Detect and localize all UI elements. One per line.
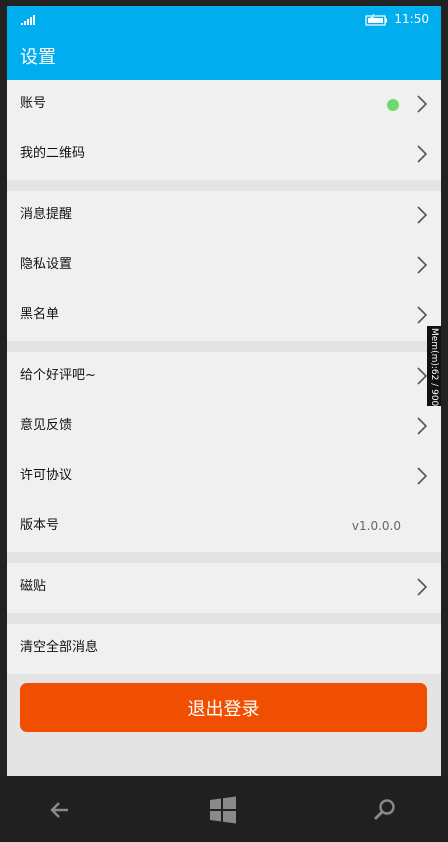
group-divider — [7, 552, 441, 563]
phone-device: 11:50 设置 账号 我的二维码 消息提醒 隐私设置 黑名单 给个好评吧~ 意… — [0, 0, 448, 842]
chevron-right-icon — [417, 467, 427, 485]
status-time: 11:50 — [394, 12, 429, 26]
settings-item-label: 版本号 — [20, 518, 60, 533]
settings-item-privacy[interactable]: 隐私设置 — [7, 241, 441, 291]
settings-item-rate[interactable]: 给个好评吧~ — [7, 352, 441, 402]
chevron-right-icon — [417, 206, 427, 224]
settings-item-version: 版本号 v1.0.0.0 — [7, 502, 441, 552]
back-arrow-icon[interactable] — [46, 796, 74, 824]
settings-group-tile: 磁贴 — [7, 563, 441, 613]
settings-group-clear: 清空全部消息 — [7, 624, 441, 674]
settings-item-notifications[interactable]: 消息提醒 — [7, 191, 441, 241]
settings-item-live-tile[interactable]: 磁贴 — [7, 563, 441, 613]
logout-button[interactable]: 退出登录 — [20, 683, 427, 732]
settings-item-label: 消息提醒 — [20, 207, 73, 222]
signal-strength-icon — [21, 15, 35, 25]
chevron-right-icon — [417, 367, 427, 385]
version-value: v1.0.0.0 — [351, 519, 401, 533]
battery-charging-icon — [365, 14, 387, 26]
settings-group-about: 给个好评吧~ 意见反馈 许可协议 版本号 v1.0.0.0 — [7, 352, 441, 552]
group-divider — [7, 180, 441, 191]
settings-item-clear-messages[interactable]: 清空全部消息 — [7, 624, 441, 674]
system-nav-bar — [0, 776, 448, 842]
title-bar: 设置 — [7, 34, 441, 80]
settings-list: 账号 我的二维码 消息提醒 隐私设置 黑名单 给个好评吧~ 意见反馈 许可协议 … — [7, 80, 441, 742]
settings-group-account: 账号 我的二维码 — [7, 80, 441, 180]
chevron-right-icon — [417, 306, 427, 324]
settings-item-label: 账号 — [20, 96, 47, 111]
chevron-right-icon — [417, 95, 427, 113]
windows-logo-icon[interactable] — [209, 796, 237, 824]
logout-area: 退出登录 — [7, 674, 441, 742]
memory-debug-overlay: Mem(m):62 / 900 — [427, 326, 441, 406]
group-divider — [7, 341, 441, 352]
status-bar: 11:50 — [7, 6, 441, 34]
group-divider — [7, 613, 441, 624]
settings-item-label: 意见反馈 — [20, 418, 73, 433]
settings-item-label: 隐私设置 — [20, 257, 73, 272]
settings-item-license[interactable]: 许可协议 — [7, 452, 441, 502]
settings-group-privacy: 消息提醒 隐私设置 黑名单 — [7, 191, 441, 341]
settings-item-qrcode[interactable]: 我的二维码 — [7, 130, 441, 180]
chevron-right-icon — [417, 578, 427, 596]
settings-item-label: 我的二维码 — [20, 146, 86, 161]
memory-debug-text: Mem(m):62 / 900 — [429, 328, 439, 407]
settings-item-blacklist[interactable]: 黑名单 — [7, 291, 441, 341]
settings-item-account[interactable]: 账号 — [7, 80, 441, 130]
chevron-right-icon — [417, 256, 427, 274]
app-screen: 11:50 设置 账号 我的二维码 消息提醒 隐私设置 黑名单 给个好评吧~ 意… — [7, 6, 441, 776]
settings-item-label: 清空全部消息 — [20, 640, 99, 655]
online-status-dot — [387, 99, 399, 111]
settings-item-feedback[interactable]: 意见反馈 — [7, 402, 441, 452]
chevron-right-icon — [417, 417, 427, 435]
page-title: 设置 — [20, 47, 56, 68]
search-icon[interactable] — [370, 796, 398, 824]
settings-item-label: 黑名单 — [20, 307, 60, 322]
settings-item-label: 给个好评吧~ — [20, 368, 96, 383]
chevron-right-icon — [417, 145, 427, 163]
settings-item-label: 许可协议 — [20, 468, 73, 483]
settings-item-label: 磁贴 — [20, 579, 47, 594]
